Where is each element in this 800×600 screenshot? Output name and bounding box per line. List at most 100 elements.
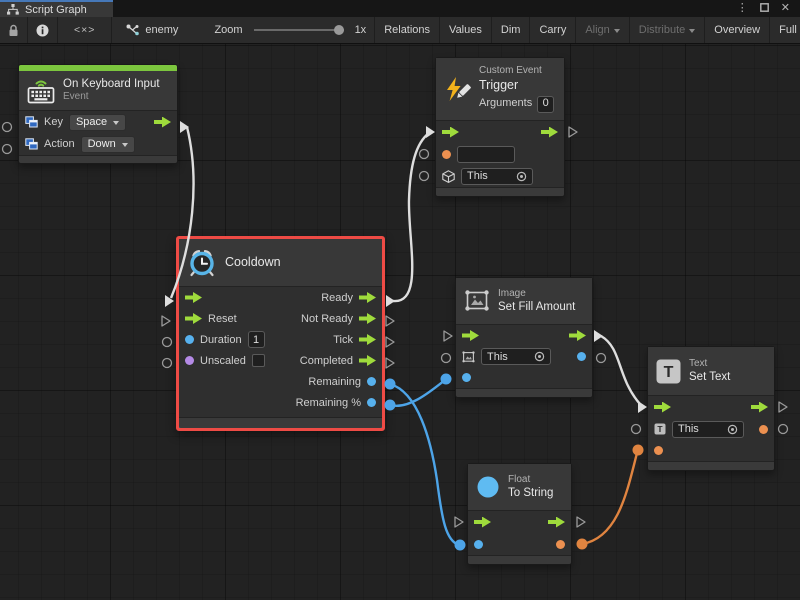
toolbar-button-dim[interactable]: Dim bbox=[492, 17, 531, 43]
object-picker-icon[interactable] bbox=[516, 171, 527, 182]
node-footer bbox=[456, 388, 592, 397]
value-output-remaining[interactable] bbox=[367, 377, 376, 386]
node-title: On Keyboard Input bbox=[63, 77, 160, 91]
text-icon: T bbox=[656, 359, 681, 384]
tab-script-graph[interactable]: Script Graph bbox=[0, 0, 113, 17]
flow-row bbox=[648, 396, 774, 418]
cooldown-clock-icon bbox=[187, 248, 217, 278]
lock-button[interactable] bbox=[0, 17, 28, 43]
maximize-icon[interactable] bbox=[760, 3, 769, 15]
tab-title: Script Graph bbox=[25, 4, 87, 16]
value-output-port[interactable] bbox=[556, 540, 565, 549]
value-input-duration[interactable] bbox=[185, 335, 194, 344]
gameobject-cube-icon bbox=[442, 170, 455, 183]
node-header[interactable]: T Text Set Text bbox=[648, 347, 774, 396]
node-subtitle: Event bbox=[63, 91, 160, 104]
toolbar-button-values[interactable]: Values bbox=[440, 17, 492, 43]
flow-input-port[interactable] bbox=[442, 127, 459, 138]
value-input-unscaled[interactable] bbox=[185, 356, 194, 365]
value-output-port[interactable] bbox=[577, 352, 586, 361]
flow-output-completed[interactable] bbox=[359, 355, 376, 366]
string-input-port[interactable] bbox=[442, 150, 451, 159]
input-type-icon bbox=[25, 138, 38, 150]
chevron-down-icon bbox=[689, 29, 695, 33]
angle-x-icon: <×> bbox=[74, 24, 95, 36]
event-name-field[interactable] bbox=[457, 146, 515, 163]
value-output-remaining-pct[interactable] bbox=[367, 398, 376, 407]
port-row: Reset Not Ready bbox=[179, 308, 382, 329]
port-label-key: Key bbox=[44, 116, 63, 128]
arguments-field[interactable]: 0 bbox=[537, 96, 554, 113]
port-row-target: T This bbox=[648, 418, 774, 440]
port-label-action: Action bbox=[44, 138, 75, 150]
node-category: Custom Event bbox=[479, 65, 554, 78]
node-trigger-custom-event[interactable]: Custom Event Trigger Arguments 0 bbox=[435, 57, 565, 197]
target-field[interactable]: This bbox=[461, 168, 533, 185]
value-input-port[interactable] bbox=[474, 540, 483, 549]
node-set-text[interactable]: T Text Set Text T This bbox=[647, 346, 775, 471]
flow-output-port[interactable] bbox=[154, 117, 171, 128]
flow-input-port[interactable] bbox=[654, 402, 671, 413]
keyboard-icon bbox=[27, 77, 55, 104]
node-header[interactable]: On Keyboard Input Event bbox=[19, 71, 177, 111]
close-icon[interactable]: ✕ bbox=[781, 3, 790, 14]
value-input-text[interactable] bbox=[654, 446, 663, 455]
script-graph-window: Script Graph ⋮ ✕ <×> bbox=[0, 0, 800, 600]
svg-text:T: T bbox=[657, 424, 663, 434]
flow-output-ready[interactable] bbox=[359, 292, 376, 303]
port-row: Duration 1 Tick bbox=[179, 329, 382, 350]
node-header[interactable]: Cooldown bbox=[179, 239, 382, 287]
info-button[interactable] bbox=[28, 17, 58, 43]
target-field[interactable]: This bbox=[481, 348, 551, 365]
node-category: Float bbox=[508, 474, 553, 487]
lock-icon bbox=[8, 24, 19, 37]
action-dropdown[interactable]: Down bbox=[81, 136, 135, 153]
node-cooldown[interactable]: Cooldown Ready Reset Not Ready Duration … bbox=[176, 236, 385, 431]
object-picker-icon[interactable] bbox=[727, 424, 738, 435]
flow-output-port[interactable] bbox=[751, 402, 768, 413]
node-to-string[interactable]: Float To String bbox=[467, 463, 572, 565]
port-row-fill-amount bbox=[456, 367, 592, 388]
node-category: Image bbox=[498, 288, 575, 301]
toolbar-button-fullscreen[interactable]: Full Screen bbox=[770, 17, 800, 43]
value-output-port[interactable] bbox=[759, 425, 768, 434]
toolbar-button-overview[interactable]: Overview bbox=[705, 17, 770, 43]
zoom-slider-knob[interactable] bbox=[334, 25, 344, 35]
chevron-down-icon bbox=[122, 143, 128, 147]
flow-input-port[interactable] bbox=[185, 292, 202, 303]
zoom-slider[interactable] bbox=[254, 29, 344, 31]
graph-breadcrumb[interactable]: enemy bbox=[112, 17, 186, 43]
zoom-control: Zoom 1x bbox=[186, 17, 375, 43]
toolbar-button-carry[interactable]: Carry bbox=[530, 17, 576, 43]
zoom-to-fit-button[interactable]: <×> bbox=[58, 17, 112, 43]
unscaled-checkbox[interactable] bbox=[252, 354, 265, 367]
more-menu-icon[interactable]: ⋮ bbox=[737, 3, 748, 14]
custom-event-icon bbox=[444, 76, 471, 103]
toolbar-button-distribute[interactable]: Distribute bbox=[630, 17, 705, 43]
flow-input-port[interactable] bbox=[474, 517, 491, 528]
node-header[interactable]: Float To String bbox=[468, 464, 571, 511]
value-input-fill-amount[interactable] bbox=[462, 373, 471, 382]
toolbar-button-align[interactable]: Align bbox=[576, 17, 629, 43]
text-small-icon: T bbox=[654, 423, 666, 435]
key-dropdown[interactable]: Space bbox=[69, 114, 126, 131]
duration-field[interactable]: 1 bbox=[248, 331, 265, 348]
flow-output-not-ready[interactable] bbox=[359, 313, 376, 324]
flow-output-tick[interactable] bbox=[359, 334, 376, 345]
node-on-keyboard-input[interactable]: On Keyboard Input Event Key Space bbox=[18, 64, 178, 164]
chevron-down-icon bbox=[113, 121, 119, 125]
flow-input-port[interactable] bbox=[462, 330, 479, 341]
flow-output-port[interactable] bbox=[541, 127, 558, 138]
node-set-fill-amount[interactable]: Image Set Fill Amount This bbox=[455, 277, 593, 398]
flow-output-port[interactable] bbox=[548, 517, 565, 528]
flow-output-port[interactable] bbox=[569, 330, 586, 341]
title-bar: Script Graph ⋮ ✕ bbox=[0, 0, 800, 17]
node-header[interactable]: Custom Event Trigger Arguments 0 bbox=[436, 58, 564, 121]
object-picker-icon[interactable] bbox=[534, 351, 545, 362]
image-small-icon bbox=[462, 351, 475, 363]
toolbar-button-relations[interactable]: Relations bbox=[375, 17, 440, 43]
target-field[interactable]: This bbox=[672, 421, 744, 438]
flow-input-reset[interactable] bbox=[185, 313, 202, 324]
node-header[interactable]: Image Set Fill Amount bbox=[456, 278, 592, 325]
graph-name: enemy bbox=[145, 24, 178, 36]
